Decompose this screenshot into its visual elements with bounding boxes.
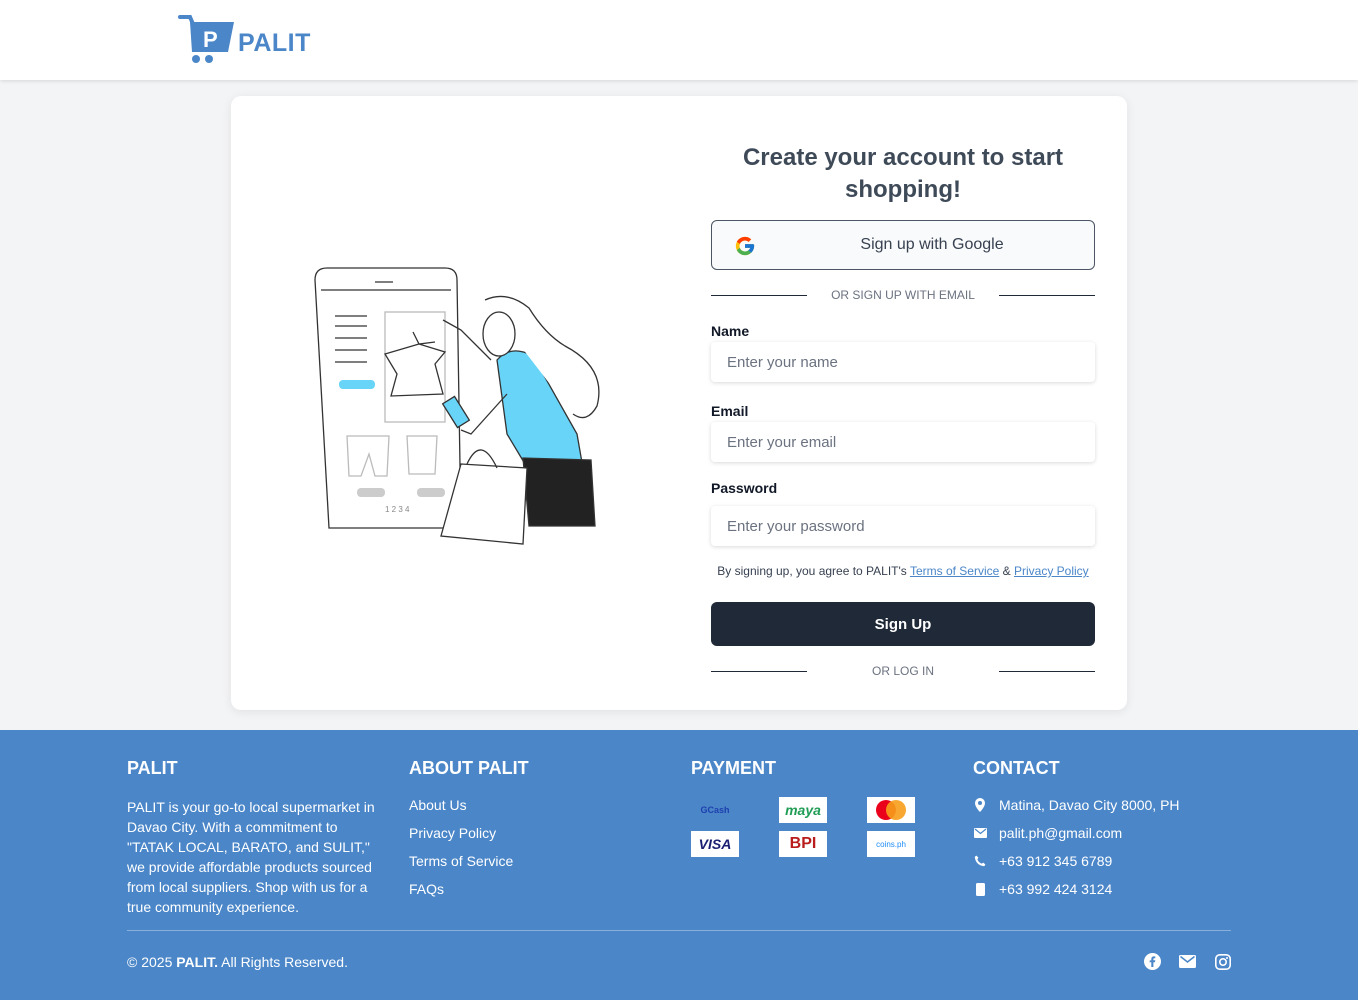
contact-mobile: +63 992 424 3124 [973,881,1180,897]
email-social-icon[interactable] [1179,953,1196,970]
mastercard-logo [867,797,915,823]
google-button-label: Sign up with Google [860,236,1004,253]
bpi-logo: BPI [779,831,827,857]
brand-name: PALIT [238,28,311,57]
password-label: Password [711,480,778,496]
name-input[interactable] [711,342,1095,382]
contact-phone: +63 912 345 6789 [973,853,1180,869]
footer-contact-heading: CONTACT [973,758,1060,778]
facebook-icon[interactable] [1144,953,1161,970]
footer-link-faqs[interactable]: FAQs [409,881,529,897]
login-divider: OR LOG IN [711,664,1095,680]
footer-palit-column: PALIT PALIT is your go-to local supermar… [127,758,377,917]
terms-of-service-link[interactable]: Terms of Service [910,564,999,578]
cart-logo-icon: P [178,15,234,63]
visa-logo: VISA [691,831,739,857]
footer-about-heading: ABOUT PALIT [409,758,529,778]
google-signup-button[interactable]: Sign up with Google [711,220,1095,270]
footer-palit-heading: PALIT [127,758,178,778]
coinsph-logo: coins.ph [867,831,915,857]
site-footer: PALIT PALIT is your go-to local supermar… [0,730,1358,1000]
shopping-illustration: 1 2 3 4 [311,264,611,553]
footer-about-column: ABOUT PALIT About Us Privacy Policy Term… [409,758,529,909]
footer-link-privacy-policy[interactable]: Privacy Policy [409,825,529,841]
footer-link-terms-of-service[interactable]: Terms of Service [409,853,529,869]
instagram-icon[interactable] [1214,953,1231,970]
page-title: Create your account to start shopping! [742,144,1064,203]
phone-icon [973,854,987,868]
footer-separator [127,930,1231,931]
terms-and: & [1002,564,1011,578]
footer-contact-column: CONTACT Matina, Davao City 8000, PH pali… [973,758,1180,909]
top-header: P PALIT [0,0,1358,80]
gcash-logo: GCash [700,805,730,815]
signup-card: 1 2 3 4 Create your account to start sho… [231,96,1127,710]
email-label: Email [711,403,749,419]
svg-text:P: P [203,27,218,52]
terms-prefix: By signing up, you agree to PALIT's [717,564,907,578]
social-links [1144,953,1231,970]
footer-payment-column: PAYMENT GCash maya VISA BPI coins.ph [691,758,915,857]
location-pin-icon [973,798,987,812]
password-input[interactable] [711,506,1095,546]
terms-notice: By signing up, you agree to PALIT's Term… [711,564,1095,578]
footer-payment-heading: PAYMENT [691,758,777,778]
privacy-policy-link[interactable]: Privacy Policy [1014,564,1089,578]
contact-address: Matina, Davao City 8000, PH [973,797,1180,813]
mail-icon [973,826,987,840]
svg-text:1 2 3 4: 1 2 3 4 [385,505,410,514]
email-divider: OR SIGN UP WITH EMAIL [711,288,1095,304]
name-label: Name [711,323,750,339]
footer-palit-description: PALIT is your go-to local supermarket in… [127,799,375,915]
brand-logo[interactable]: P PALIT [178,14,311,64]
footer-link-about-us[interactable]: About Us [409,797,529,813]
copyright: © 2025 PALIT. All Rights Reserved. [127,954,348,970]
maya-logo: maya [779,797,827,823]
signup-button[interactable]: Sign Up [711,602,1095,646]
contact-email: palit.ph@gmail.com [973,825,1180,841]
email-input[interactable] [711,422,1095,462]
mobile-phone-icon [973,882,987,896]
